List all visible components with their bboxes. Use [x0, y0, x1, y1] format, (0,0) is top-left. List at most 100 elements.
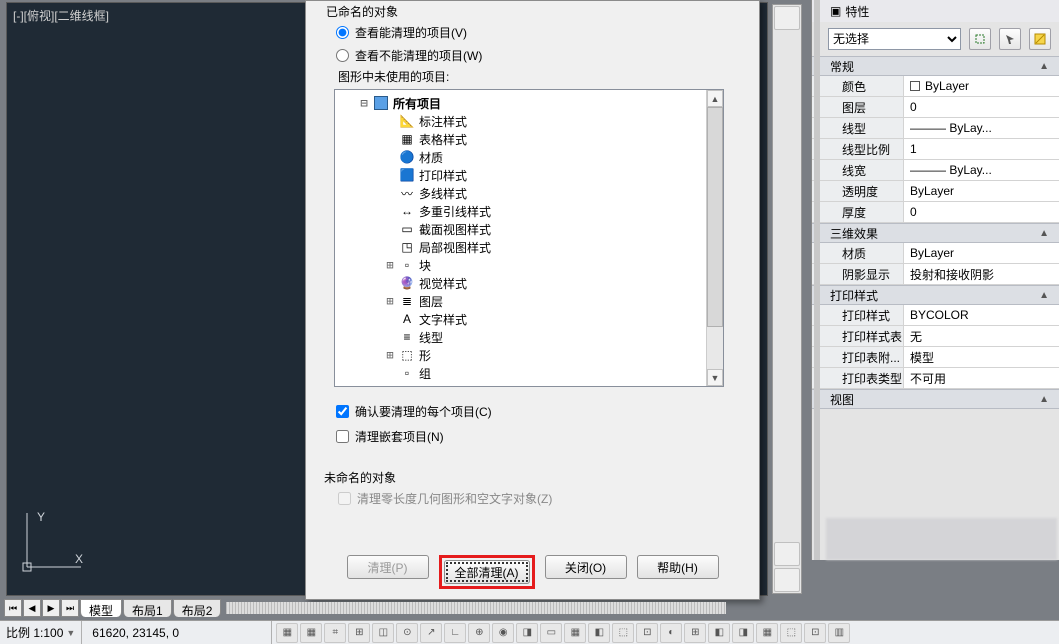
prop-value-shadow[interactable]: 投射和接收阴影 [904, 264, 1059, 284]
select-objects-button[interactable] [999, 28, 1021, 50]
purge-all-button[interactable]: 全部清理(A) [444, 560, 530, 584]
tree-item[interactable]: ·▦表格样式 [357, 130, 721, 148]
prop-value-transparency[interactable]: ByLayer [904, 181, 1059, 201]
status-tool-button[interactable]: ⬚ [780, 623, 802, 643]
group-3d-effect[interactable]: 三维效果▲ [812, 223, 1059, 243]
tree-root[interactable]: ⊟所有项目 [357, 94, 721, 112]
group-view[interactable]: 视图▲ [812, 389, 1059, 409]
status-tool-button[interactable]: ▥ [828, 623, 850, 643]
tab-nav-prev[interactable]: ◀ [23, 599, 41, 617]
status-tool-button[interactable]: ⌗ [324, 623, 346, 643]
close-button[interactable]: 关闭(O) [545, 555, 627, 579]
twisty-icon[interactable]: · [383, 222, 397, 236]
viewport-label[interactable]: [-][俯视][二维线框] [13, 7, 109, 24]
scale-control[interactable]: 比例 1:100 ▼ [0, 621, 82, 644]
purge-nested-input[interactable] [336, 430, 349, 443]
tree-item[interactable]: ·↔多重引线样式 [357, 202, 721, 220]
tree-item[interactable]: ·🔵材质 [357, 148, 721, 166]
confirm-each-input[interactable] [336, 405, 349, 418]
twisty-icon[interactable]: · [383, 312, 397, 326]
scroll-down-arrow[interactable]: ▼ [707, 369, 723, 386]
status-tool-button[interactable]: ▭ [540, 623, 562, 643]
group-plot-style[interactable]: 打印样式▲ [812, 285, 1059, 305]
twisty-icon[interactable]: · [383, 204, 397, 218]
tab-nav-next[interactable]: ▶ [42, 599, 60, 617]
tab-nav-first[interactable]: ⏮ [4, 599, 22, 617]
status-tool-button[interactable]: ◫ [372, 623, 394, 643]
confirm-each-checkbox[interactable]: 确认要清理的每个项目(C) [336, 399, 745, 424]
twisty-icon[interactable]: · [383, 114, 397, 128]
status-tool-button[interactable]: ▦ [300, 623, 322, 643]
prop-value-plotstyletable[interactable]: 无 [904, 326, 1059, 346]
radio-view-unpurgable-input[interactable] [336, 49, 349, 62]
help-button[interactable]: 帮助(H) [637, 555, 719, 579]
status-tool-button[interactable]: ⊞ [684, 623, 706, 643]
status-tool-button[interactable]: ⊡ [804, 623, 826, 643]
tree-item[interactable]: ·≡线型 [357, 328, 721, 346]
twisty-icon[interactable]: ⊟ [357, 96, 371, 110]
status-tool-button[interactable]: ⬚ [612, 623, 634, 643]
tree-item[interactable]: ·🔮视觉样式 [357, 274, 721, 292]
prop-value-thickness[interactable]: 0 [904, 202, 1059, 222]
toggle-pickadd-button[interactable] [1029, 28, 1051, 50]
twisty-icon[interactable]: ⊞ [383, 294, 397, 308]
prop-value-plotattach[interactable]: 模型 [904, 347, 1059, 367]
quick-select-button[interactable] [969, 28, 991, 50]
twisty-icon[interactable]: · [383, 132, 397, 146]
twisty-icon[interactable]: · [383, 366, 397, 380]
status-tool-button[interactable]: ⊡ [636, 623, 658, 643]
status-tool-button[interactable]: ▦ [276, 623, 298, 643]
panel-grip[interactable] [814, 0, 820, 560]
tree-item[interactable]: ·A文字样式 [357, 310, 721, 328]
twisty-icon[interactable]: · [383, 186, 397, 200]
prop-value-layer[interactable]: 0 [904, 97, 1059, 117]
tab-model[interactable]: 模型 [80, 599, 122, 617]
status-tool-button[interactable]: ↗ [420, 623, 442, 643]
status-tool-button[interactable]: ⊙ [396, 623, 418, 643]
twisty-icon[interactable]: ⊞ [383, 258, 397, 272]
tree-item[interactable]: ·🟦打印样式 [357, 166, 721, 184]
twisty-icon[interactable]: · [383, 276, 397, 290]
tree-scrollbar[interactable]: ▲ ▼ [706, 90, 723, 386]
twisty-icon[interactable]: · [383, 330, 397, 344]
status-tool-button[interactable]: ◧ [588, 623, 610, 643]
prop-value-plottype[interactable]: 不可用 [904, 368, 1059, 388]
status-tool-button[interactable]: ⊕ [468, 623, 490, 643]
tree-item[interactable]: ·📐标注样式 [357, 112, 721, 130]
prop-value-plotstyle[interactable]: BYCOLOR [904, 305, 1059, 325]
tool-button[interactable] [774, 542, 800, 566]
selection-dropdown[interactable]: 无选择 [828, 28, 961, 50]
twisty-icon[interactable]: · [383, 168, 397, 182]
tool-button[interactable] [774, 6, 800, 30]
radio-view-unpurgable[interactable]: 查看不能清理的项目(W) [306, 43, 759, 66]
twisty-icon[interactable]: · [383, 240, 397, 254]
tab-layout2[interactable]: 布局2 [173, 599, 222, 617]
status-tool-button[interactable]: ◧ [708, 623, 730, 643]
scroll-thumb[interactable] [707, 107, 723, 327]
radio-view-purgable-input[interactable] [336, 26, 349, 39]
status-tool-button[interactable]: ◨ [516, 623, 538, 643]
purge-nested-checkbox[interactable]: 清理嵌套项目(N) [336, 424, 745, 449]
status-tool-button[interactable]: ∟ [444, 623, 466, 643]
twisty-icon[interactable]: · [383, 150, 397, 164]
group-general[interactable]: 常规▲ [812, 56, 1059, 76]
status-tool-button[interactable]: ◐ [660, 623, 682, 643]
status-tool-button[interactable]: ▦ [756, 623, 778, 643]
twisty-icon[interactable]: ⊞ [383, 348, 397, 362]
prop-value-ltscale[interactable]: 1 [904, 139, 1059, 159]
tree-item[interactable]: ·〰多线样式 [357, 184, 721, 202]
prop-value-color[interactable]: ByLayer [904, 76, 1059, 96]
radio-view-purgable[interactable]: 查看能清理的项目(V) [306, 20, 759, 43]
tab-layout1[interactable]: 布局1 [123, 599, 172, 617]
tree-item[interactable]: ·▭截面视图样式 [357, 220, 721, 238]
prop-value-material[interactable]: ByLayer [904, 243, 1059, 263]
status-tool-button[interactable]: ▦ [564, 623, 586, 643]
tab-nav-last[interactable]: ⏭ [61, 599, 79, 617]
tree-item[interactable]: ⊞⬚形 [357, 346, 721, 364]
tree-item[interactable]: ·◳局部视图样式 [357, 238, 721, 256]
prop-value-linetype[interactable]: ——— ByLay... [904, 118, 1059, 138]
status-tool-button[interactable]: ◨ [732, 623, 754, 643]
items-tree[interactable]: ⊟所有项目·📐标注样式·▦表格样式·🔵材质·🟦打印样式·〰多线样式·↔多重引线样… [334, 89, 724, 387]
tree-item[interactable]: ⊞≣图层 [357, 292, 721, 310]
status-tool-button[interactable]: ⊞ [348, 623, 370, 643]
